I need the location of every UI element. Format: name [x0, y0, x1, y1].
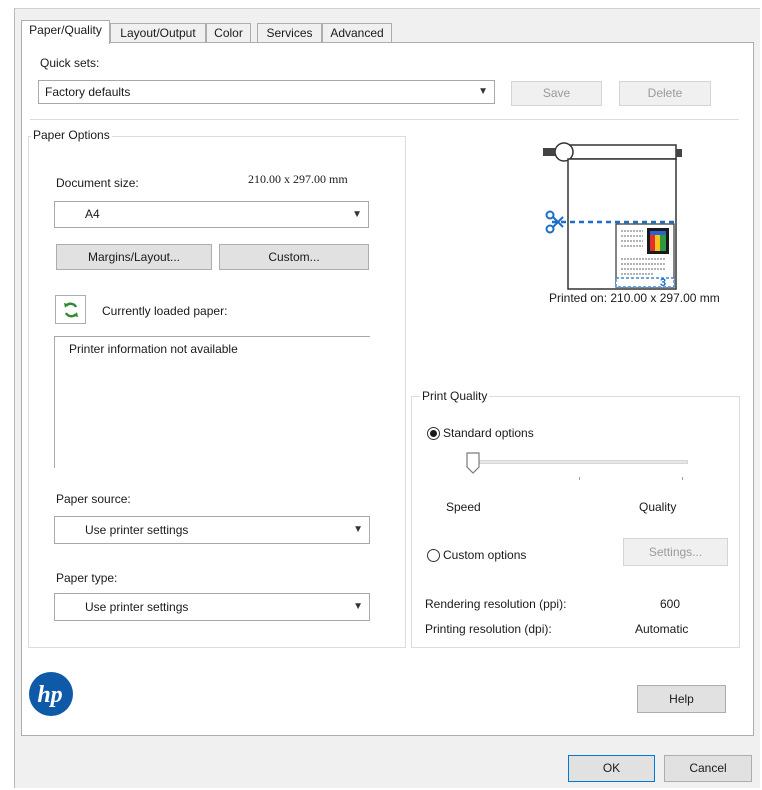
- refresh-icon: [63, 302, 78, 318]
- printing-resolution-value: Automatic: [635, 622, 689, 636]
- page-number: 3: [660, 277, 666, 289]
- rendering-resolution-label: Rendering resolution (ppi):: [425, 597, 567, 611]
- printing-resolution-label: Printing resolution (dpi):: [425, 622, 552, 636]
- chevron-down-icon[interactable]: ▼: [353, 594, 363, 620]
- page-preview-icon: 3: [615, 223, 675, 289]
- print-quality-title: Print Quality: [420, 389, 490, 403]
- standard-options-radio[interactable]: [427, 427, 440, 440]
- slider-quality-label: Quality: [639, 500, 677, 514]
- document-size-value: 210.00 x 297.00 mm: [248, 172, 348, 186]
- margins-layout-button[interactable]: Margins/Layout...: [56, 244, 212, 270]
- hp-logo: hp: [29, 672, 73, 716]
- help-button[interactable]: Help: [637, 685, 726, 713]
- custom-options-label[interactable]: Custom options: [443, 548, 526, 562]
- quality-slider-track[interactable]: [470, 460, 688, 464]
- save-button[interactable]: Save: [511, 81, 602, 106]
- svg-text:hp: hp: [37, 682, 62, 708]
- paper-options-title: Paper Options: [31, 128, 112, 142]
- tab-color[interactable]: Color: [206, 23, 251, 43]
- quality-settings-button[interactable]: Settings...: [623, 538, 728, 566]
- paper-type-label: Paper type:: [56, 571, 118, 585]
- document-size-dropdown[interactable]: A4 ▼: [54, 201, 369, 228]
- printer-info-text: Printer information not available: [69, 342, 238, 356]
- chevron-down-icon[interactable]: ▼: [353, 517, 363, 543]
- printed-on-label: Printed on: 210.00 x 297.00 mm: [549, 291, 720, 305]
- paper-type-dropdown[interactable]: Use printer settings ▼: [54, 593, 370, 621]
- document-size-label: Document size:: [56, 176, 139, 190]
- paper-type-selected: Use printer settings: [85, 600, 189, 614]
- refresh-paper-button[interactable]: [55, 295, 86, 324]
- slider-tick: [682, 477, 683, 480]
- tab-paper-quality[interactable]: Paper/Quality: [21, 20, 110, 44]
- standard-options-label[interactable]: Standard options: [443, 426, 534, 440]
- slider-speed-label: Speed: [446, 500, 481, 514]
- paper-source-dropdown[interactable]: Use printer settings ▼: [54, 516, 370, 544]
- quick-sets-label: Quick sets:: [40, 56, 100, 70]
- separator-line: [30, 119, 739, 120]
- paper-roll-preview: 3: [543, 142, 682, 290]
- quality-slider-thumb[interactable]: [465, 452, 481, 474]
- slider-tick: [579, 477, 580, 480]
- tab-services[interactable]: Services: [257, 23, 322, 43]
- cancel-button[interactable]: Cancel: [664, 755, 752, 782]
- paper-source-label: Paper source:: [56, 492, 131, 506]
- chevron-down-icon[interactable]: ▼: [478, 81, 488, 103]
- document-size-selected: A4: [85, 207, 100, 221]
- ok-button[interactable]: OK: [568, 755, 655, 782]
- quick-sets-value: Factory defaults: [45, 85, 131, 99]
- rendering-resolution-value: 600: [660, 597, 681, 611]
- printer-info-box: Printer information not available: [54, 336, 370, 468]
- tab-advanced[interactable]: Advanced: [322, 23, 392, 43]
- custom-size-button[interactable]: Custom...: [219, 244, 369, 270]
- custom-options-radio[interactable]: [427, 549, 440, 562]
- chevron-down-icon[interactable]: ▼: [352, 202, 362, 227]
- tab-layout-output[interactable]: Layout/Output: [110, 23, 206, 43]
- delete-button[interactable]: Delete: [619, 81, 711, 106]
- paper-source-selected: Use printer settings: [85, 523, 189, 537]
- currently-loaded-paper-label: Currently loaded paper:: [102, 304, 228, 318]
- quick-sets-dropdown[interactable]: Factory defaults ▼: [38, 80, 495, 104]
